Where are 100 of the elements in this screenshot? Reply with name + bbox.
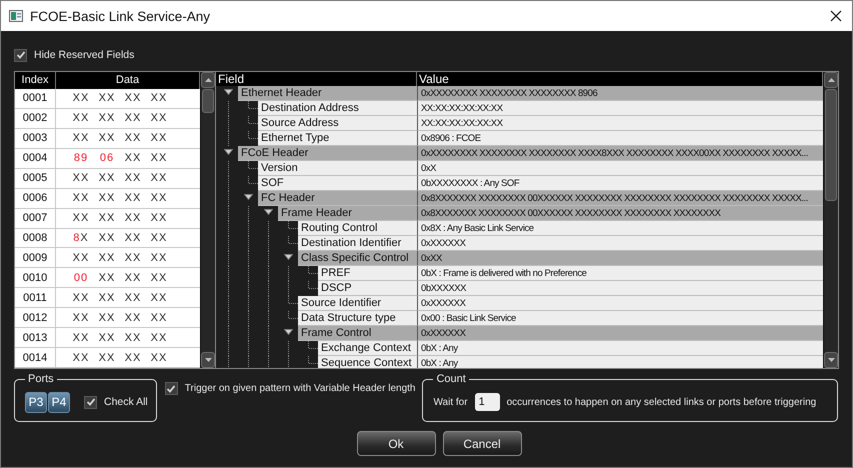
hex-digit: X bbox=[124, 212, 133, 224]
field-name[interactable]: PREF bbox=[318, 266, 417, 281]
hex-digit: X bbox=[107, 192, 116, 204]
hex-digit: 8 bbox=[73, 232, 80, 244]
hex-digit: X bbox=[150, 292, 159, 304]
hex-digit: 9 bbox=[81, 152, 88, 164]
field-name[interactable]: FCoE Header bbox=[238, 146, 417, 161]
hex-digit: X bbox=[98, 92, 107, 104]
scroll-thumb[interactable] bbox=[202, 89, 214, 113]
port-button[interactable]: P3 bbox=[25, 392, 47, 412]
field-name[interactable]: Class Specific Control bbox=[298, 251, 417, 266]
hex-digit: X bbox=[124, 152, 133, 164]
port-button[interactable]: P4 bbox=[48, 392, 70, 412]
field-name[interactable]: SOF bbox=[258, 176, 417, 191]
hex-digit: X bbox=[107, 232, 116, 244]
hex-digit: X bbox=[159, 292, 168, 304]
field-name[interactable]: Sequence Context bbox=[318, 356, 417, 368]
scroll-up-icon[interactable] bbox=[204, 78, 212, 82]
field-name[interactable]: Routing Control bbox=[298, 221, 417, 236]
scroll-up-icon[interactable] bbox=[828, 78, 834, 82]
group-title: Ports bbox=[27, 373, 55, 385]
field-name[interactable]: Destination Address bbox=[258, 101, 417, 116]
hex-digit: X bbox=[159, 212, 168, 224]
index-cell: 0005 bbox=[15, 168, 56, 188]
field-name[interactable]: Frame Control bbox=[298, 326, 417, 341]
hex-digit: X bbox=[81, 112, 90, 124]
hex-digit: X bbox=[72, 212, 81, 224]
hex-digit: X bbox=[150, 212, 159, 224]
scroll-thumb[interactable] bbox=[825, 89, 837, 201]
hex-digit: X bbox=[81, 132, 90, 144]
hex-digit: X bbox=[107, 292, 116, 304]
hex-digit: X bbox=[124, 192, 133, 204]
collapse-icon[interactable] bbox=[224, 89, 232, 98]
dialog-button[interactable]: Cancel bbox=[442, 431, 522, 456]
scrollbar[interactable] bbox=[823, 72, 838, 368]
field-value: 0x8X : Any Basic Link Service bbox=[417, 221, 823, 236]
field-label: Wait for bbox=[433, 396, 468, 408]
hex-digit: X bbox=[150, 232, 159, 244]
scroll-down-icon[interactable] bbox=[204, 358, 212, 362]
hex-digit: X bbox=[150, 192, 159, 204]
hex-digit: X bbox=[124, 172, 133, 184]
field-value: 0bX : Frame is delivered with no Preference bbox=[417, 266, 823, 281]
hex-digit: X bbox=[72, 252, 81, 264]
hex-digit: X bbox=[133, 172, 142, 184]
checkbox[interactable] bbox=[84, 396, 97, 408]
hex-digit: X bbox=[98, 232, 107, 244]
hex-digit: X bbox=[159, 312, 168, 324]
field-name[interactable]: Ethernet Header bbox=[238, 86, 417, 101]
field-name[interactable]: Source Identifier bbox=[298, 296, 417, 311]
hex-digit: X bbox=[124, 92, 133, 104]
hex-digit: X bbox=[72, 352, 81, 364]
checkbox[interactable] bbox=[164, 382, 178, 395]
scroll-down-icon[interactable] bbox=[828, 358, 834, 362]
scrollbar[interactable] bbox=[200, 72, 215, 368]
checkbox[interactable] bbox=[14, 48, 27, 62]
field-name[interactable]: Frame Header bbox=[278, 206, 417, 221]
field-name[interactable]: Exchange Context bbox=[318, 341, 417, 356]
hex-digit: X bbox=[81, 352, 90, 364]
hex-digit: X bbox=[133, 312, 142, 324]
hex-digit: X bbox=[98, 272, 107, 284]
field-name[interactable]: Destination Identifier bbox=[298, 236, 417, 251]
hex-digit: X bbox=[98, 252, 107, 264]
hex-digit: X bbox=[98, 312, 107, 324]
hex-digit: X bbox=[80, 232, 89, 244]
index-cell: 0003 bbox=[15, 128, 56, 148]
hex-digit: X bbox=[150, 352, 159, 364]
field-name[interactable]: Source Address bbox=[258, 116, 417, 131]
hex-digit: X bbox=[107, 332, 116, 344]
dialog-button[interactable]: Ok bbox=[356, 431, 436, 456]
collapse-icon[interactable] bbox=[264, 209, 272, 218]
field-value: 0xXXXXXX bbox=[417, 236, 823, 251]
collapse-icon[interactable] bbox=[284, 329, 292, 338]
field-value: 0xXXXXXX bbox=[417, 296, 823, 311]
close-icon[interactable] bbox=[830, 10, 842, 22]
collapse-icon[interactable] bbox=[244, 194, 252, 203]
hex-digit: 0 bbox=[100, 152, 107, 164]
field-name[interactable]: Version bbox=[258, 161, 417, 176]
collapse-icon[interactable] bbox=[224, 149, 232, 158]
index-cell: 0009 bbox=[15, 248, 56, 268]
hex-digit: X bbox=[133, 292, 142, 304]
count-field[interactable]: 1 bbox=[474, 393, 500, 411]
field-value: 0xXX bbox=[417, 251, 823, 266]
field-value: 0bXXXXXXXX : Any SOF bbox=[417, 176, 823, 191]
hex-digit: 0 bbox=[81, 272, 88, 284]
field-name[interactable]: Ethernet Type bbox=[258, 131, 417, 146]
field-name[interactable]: FC Header bbox=[258, 191, 417, 206]
hex-digit: X bbox=[159, 172, 168, 184]
field-name[interactable]: Data Structure type bbox=[298, 311, 417, 326]
field-name[interactable]: DSCP bbox=[318, 281, 417, 296]
field-value: 0x8906 : FCOE bbox=[417, 131, 823, 146]
hex-digit: X bbox=[124, 332, 133, 344]
field-value: 0xX bbox=[417, 161, 823, 176]
index-cell: 0002 bbox=[15, 108, 56, 128]
hex-digit: 8 bbox=[74, 152, 81, 164]
collapse-icon[interactable] bbox=[284, 254, 292, 263]
hex-digit: X bbox=[98, 172, 107, 184]
hex-digit: X bbox=[98, 352, 107, 364]
hex-digit: X bbox=[107, 172, 116, 184]
window-title: FCOE-Basic Link Service-Any bbox=[30, 8, 212, 24]
group-title: Count bbox=[435, 373, 467, 385]
